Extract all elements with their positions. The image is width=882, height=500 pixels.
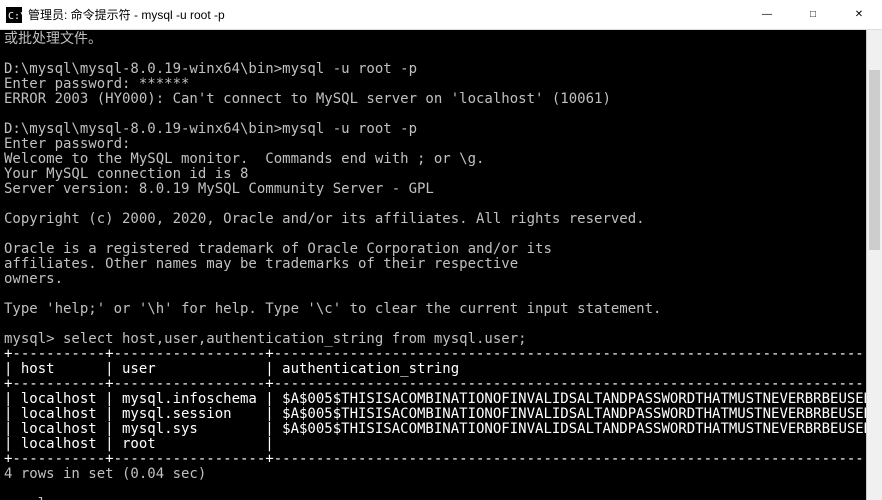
output-line: Your MySQL connection id is 8 [4, 166, 248, 182]
output-line: ERROR 2003 (HY000): Can't connect to MyS… [4, 91, 611, 107]
output-line: Server version: 8.0.19 MySQL Community S… [4, 181, 434, 197]
output-line: owners. [4, 271, 63, 287]
output-line: Copyright (c) 2000, 2020, Oracle and/or … [4, 211, 645, 227]
table-divider: +-----------+------------------+--------… [4, 376, 882, 392]
output-line: Welcome to the MySQL monitor. Commands e… [4, 151, 484, 167]
scroll-thumb[interactable] [869, 70, 880, 250]
table-row: | localhost | root | | [4, 436, 882, 452]
output-line: Enter password: [4, 136, 130, 152]
maximize-button[interactable]: □ [790, 0, 836, 29]
output-line: Enter password: ****** [4, 76, 189, 92]
output-line: D:\mysql\mysql-8.0.19-winx64\bin>mysql -… [4, 121, 417, 137]
window-controls: — □ ✕ [744, 0, 882, 29]
svg-text:C:\: C:\ [8, 11, 22, 22]
window-title: 管理员: 命令提示符 - mysql -u root -p [28, 6, 744, 23]
output-line: affiliates. Other names may be trademark… [4, 256, 518, 272]
table-row: | localhost | mysql.session | $A$005$THI… [4, 406, 882, 422]
output-line: 或批处理文件。 [4, 31, 102, 47]
output-line: Oracle is a registered trademark of Orac… [4, 241, 552, 257]
minimize-button[interactable]: — [744, 0, 790, 29]
query-line: mysql> select host,user,authentication_s… [4, 331, 527, 347]
table-divider: +-----------+------------------+--------… [4, 346, 882, 362]
close-button[interactable]: ✕ [836, 0, 882, 29]
table-row: | localhost | mysql.infoschema | $A$005$… [4, 391, 882, 407]
output-line: Type 'help;' or '\h' for help. Type '\c'… [4, 301, 661, 317]
mysql-prompt: mysql> [4, 496, 55, 500]
table-header: | host | user | authentication_string | [4, 361, 882, 377]
table-row: | localhost | mysql.sys | $A$005$THISISA… [4, 421, 882, 437]
table-divider: +-----------+------------------+--------… [4, 451, 882, 467]
terminal-output[interactable]: 或批处理文件。 D:\mysql\mysql-8.0.19-winx64\bin… [0, 30, 882, 500]
scrollbar[interactable] [866, 30, 882, 500]
titlebar[interactable]: C:\ 管理员: 命令提示符 - mysql -u root -p — □ ✕ [0, 0, 882, 30]
rows-in-set: 4 rows in set (0.04 sec) [4, 466, 206, 482]
cmd-icon: C:\ [6, 7, 22, 23]
output-line: D:\mysql\mysql-8.0.19-winx64\bin>mysql -… [4, 61, 417, 77]
